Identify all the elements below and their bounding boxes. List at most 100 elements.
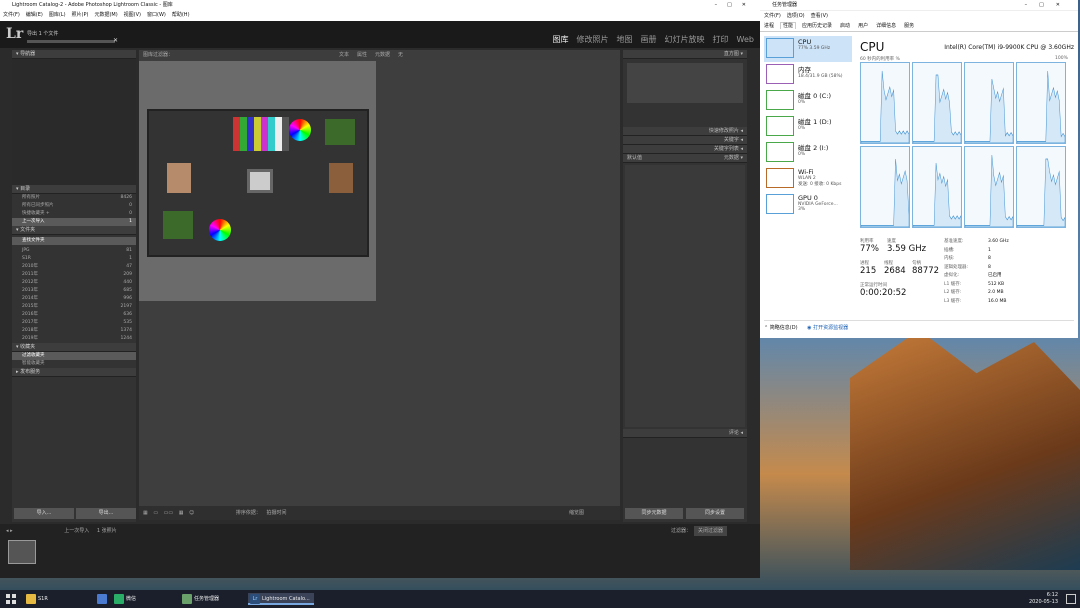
lr-menu-item[interactable]: 图库(L) [49, 12, 66, 18]
folder-row[interactable]: 2010年 47 [12, 263, 136, 271]
filter-tab[interactable]: 无 [398, 52, 403, 58]
tm-menu-item[interactable]: 查看(V) [811, 13, 828, 19]
filmstrip-thumbnail[interactable] [8, 540, 36, 564]
tm-resource-item[interactable]: 内存 18.4/31.9 GB (58%) [764, 62, 852, 88]
folder-row[interactable]: 2012年 440 [12, 279, 136, 287]
filter-collections-input[interactable]: 过滤收藏夹 [12, 352, 136, 360]
metadata-header[interactable]: 默认值 元数据 ▾ [623, 154, 747, 163]
smart-collections-item[interactable]: 智能收藏夹 [12, 360, 136, 368]
source-label[interactable]: 上一次导入 [64, 528, 89, 534]
taskbar-item-taskmanager[interactable]: 任务管理器 [180, 593, 245, 605]
lr-menu-item[interactable]: 编辑(E) [26, 12, 43, 18]
module-5[interactable]: 打印 [713, 35, 729, 44]
tm-tab[interactable]: 用户 [856, 23, 870, 29]
navigator-header[interactable]: ▾ 导航器 [12, 50, 136, 59]
sync-settings-button[interactable]: 同步设置 [686, 508, 744, 519]
folder-row[interactable]: 2013年 685 [12, 287, 136, 295]
module-4[interactable]: 幻灯片放映 [665, 35, 705, 44]
taskbar-pinned-app[interactable] [95, 593, 107, 605]
folder-row[interactable]: 2014年 996 [12, 295, 136, 303]
tm-tab[interactable]: 服务 [902, 23, 916, 29]
taskbar-item-s1r[interactable]: S1R [24, 593, 84, 605]
taskbar-item-wechat[interactable]: 微信 [112, 593, 172, 605]
folder-row[interactable]: S1R 1 [12, 255, 136, 263]
lr-menu-item[interactable]: 元数据(M) [94, 12, 117, 18]
system-tray-clock[interactable]: 6:12 2020-05-13 [1029, 592, 1058, 606]
find-folder-input[interactable]: 查找文件夹 [12, 237, 136, 245]
catalog-row[interactable]: 所有已同步照片 0 [12, 202, 136, 210]
utilization-value: 77% [860, 244, 879, 254]
keywords-header[interactable]: 关键字 ◂ [623, 136, 747, 145]
folder-row[interactable]: 2019年 1244 [12, 335, 136, 343]
filmstrip-nav-icons[interactable]: ◂ ▸ [6, 528, 13, 534]
filter-tab[interactable]: 属性 [357, 52, 367, 58]
grid-view-icon[interactable]: ▦ [143, 510, 148, 516]
foliage-right [325, 119, 355, 145]
open-resource-monitor-link[interactable]: ◉ 打开资源监视器 [807, 325, 848, 331]
lr-window-controls[interactable]: –□✕ [715, 0, 756, 10]
comments-header[interactable]: 评论 ◂ [623, 429, 747, 438]
lr-menu-item[interactable]: 照片(P) [72, 12, 89, 18]
notification-icon[interactable] [1066, 594, 1076, 604]
publish-header[interactable]: ▸ 发布服务 [12, 368, 136, 377]
lr-menu-item[interactable]: 文件(F) [3, 12, 20, 18]
people-view-icon[interactable]: ☺ [189, 510, 194, 516]
lr-menu-item[interactable]: 帮助(H) [172, 12, 190, 18]
metadata-preset[interactable]: 默认值 [627, 154, 642, 163]
keyword-list-header[interactable]: 关键字列表 ◂ [623, 145, 747, 154]
filter-tab[interactable]: 文本 [339, 52, 349, 58]
folder-row[interactable]: 2018年 1374 [12, 327, 136, 335]
sort-select[interactable]: 拍摄时间 [266, 510, 286, 516]
taskbar-item-lightroom[interactable]: Lr Lightroom Catalo... [248, 593, 314, 605]
taskbar-label-s1r: S1R [38, 596, 48, 602]
survey-view-icon[interactable]: ▦ [179, 510, 184, 516]
catalog-row[interactable]: 上一次导入 1 [12, 218, 136, 226]
histogram-header[interactable]: 直方图 ▾ [623, 50, 747, 59]
tm-tab[interactable]: 性能 [780, 22, 797, 29]
tm-menu-item[interactable]: 文件(F) [764, 13, 781, 19]
tm-tab[interactable]: 启动 [838, 23, 852, 29]
tm-resource-item[interactable]: 磁盘 2 (I:) 0% [764, 140, 852, 166]
filter-tab[interactable]: 元数据 [375, 52, 390, 58]
collections-header[interactable]: ▾ 收藏夹 [12, 343, 136, 352]
module-3[interactable]: 画册 [641, 35, 657, 44]
tm-tab[interactable]: 应用历史记录 [800, 23, 834, 29]
tm-resource-item[interactable]: CPU 77% 3.59 GHz [764, 36, 852, 62]
spec-row: 虚拟化: 已启用 [944, 272, 1024, 281]
tm-window-controls[interactable]: –□✕ [1025, 0, 1072, 11]
import-button[interactable]: 导入... [14, 508, 74, 519]
folder-row[interactable]: 2017年 535 [12, 319, 136, 327]
compare-view-icon[interactable]: ▭▭ [164, 510, 173, 516]
folder-row[interactable]: 2016年 636 [12, 311, 136, 319]
start-button[interactable] [4, 593, 18, 605]
loupe-view-icon[interactable]: ▭ [153, 510, 158, 516]
folders-header[interactable]: ▾ 文件夹 [12, 226, 136, 235]
quick-develop-header[interactable]: 快速修改照片 ◂ [623, 127, 747, 136]
tm-tab[interactable]: 进程 [762, 23, 776, 29]
folder-row[interactable]: 2015年 2197 [12, 303, 136, 311]
folder-row[interactable]: JPG 81 [12, 247, 136, 255]
module-1[interactable]: 修改照片 [577, 35, 609, 44]
folder-row[interactable]: 2011年 209 [12, 271, 136, 279]
processes-block: 进程 215 [860, 260, 876, 276]
tm-menu-item[interactable]: 选项(O) [787, 13, 805, 19]
catalog-row[interactable]: 快捷收藏夹 + 0 [12, 210, 136, 218]
cancel-export-icon[interactable]: ✕ [113, 37, 118, 44]
fewer-details-link[interactable]: ⌃ 简略信息(D) [764, 325, 798, 331]
lr-menu-item[interactable]: 视图(V) [124, 12, 141, 18]
tm-resource-item[interactable]: Wi-Fi WLAN 2 发送: 0 接收: 0 Kbps [764, 166, 852, 192]
tm-resource-item[interactable]: 磁盘 0 (C:) 0% [764, 88, 852, 114]
tm-resource-item[interactable]: GPU 0 NVIDIA GeForce... 3% [764, 192, 852, 218]
tm-tab[interactable]: 详细信息 [874, 23, 898, 29]
lr-menu-item[interactable]: 窗口(W) [147, 12, 166, 18]
catalog-header[interactable]: ▾ 目录 [12, 185, 136, 194]
sync-metadata-button[interactable]: 同步元数据 [625, 508, 683, 519]
tm-resource-item[interactable]: 磁盘 1 (D:) 0% [764, 114, 852, 140]
export-button[interactable]: 导出... [76, 508, 136, 519]
module-2[interactable]: 地图 [617, 35, 633, 44]
module-6[interactable]: Web [737, 35, 754, 44]
filter-select[interactable]: 关闭过滤器 [694, 526, 728, 536]
module-0[interactable]: 图库 [553, 35, 569, 44]
test-chart-photo[interactable] [147, 109, 369, 257]
catalog-row[interactable]: 所有照片 8426 [12, 194, 136, 202]
